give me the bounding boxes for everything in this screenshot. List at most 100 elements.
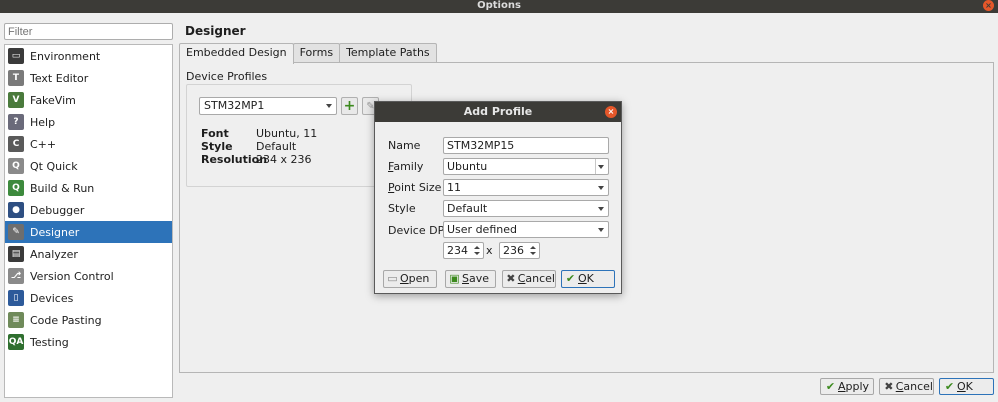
check-icon: ✔ <box>944 380 955 393</box>
sidebar-item-testing[interactable]: QA Testing <box>5 331 172 353</box>
name-field[interactable]: STM32MP15 <box>443 137 609 154</box>
style-key: Style <box>201 140 233 153</box>
apply-button[interactable]: ✔ Apply <box>820 378 874 395</box>
profile-select[interactable]: STM32MP1 <box>199 97 337 115</box>
family-select[interactable]: Ubuntu <box>443 158 609 175</box>
sidebar-item-label: Version Control <box>30 269 114 283</box>
ok-label: OK <box>957 380 973 393</box>
cancel-icon: ✖ <box>506 272 516 285</box>
sidebar-item-fakevim[interactable]: V FakeVim <box>5 89 172 111</box>
point-size-label: Point Size <box>388 181 442 194</box>
sidebar-item-qt-quick[interactable]: Q Qt Quick <box>5 155 172 177</box>
sidebar-item-label: Devices <box>30 291 74 305</box>
check-icon: ✔ <box>565 272 576 285</box>
tab-bar: Embedded Design Forms Template Paths <box>179 43 437 64</box>
point-size-select[interactable]: 11 <box>443 179 609 196</box>
tab-template-paths[interactable]: Template Paths <box>339 43 437 63</box>
version-control-icon: ⎇ <box>8 268 24 284</box>
sidebar-item-label: Code Pasting <box>30 313 102 327</box>
style-select-value: Default <box>447 202 488 215</box>
open-button-label: Open <box>400 272 430 285</box>
sidebar-item-devices[interactable]: ▯ Devices <box>5 287 172 309</box>
sidebar-item-label: Help <box>30 115 56 129</box>
resolution-key: Resolution <box>201 153 268 166</box>
open-button[interactable]: ▭ Open <box>383 270 437 288</box>
sidebar-item-designer[interactable]: ✎ Designer <box>5 221 172 243</box>
dpi-width-spinbox[interactable]: 234 <box>443 242 484 259</box>
sidebar-item-code-pasting[interactable]: ≡ Code Pasting <box>5 309 172 331</box>
dpi-width-value: 234 <box>447 244 468 257</box>
ok-button[interactable]: ✔ OK <box>939 378 994 395</box>
sidebar-item-text-editor[interactable]: T Text Editor <box>5 67 172 89</box>
monitor-icon: ▭ <box>8 48 24 64</box>
sidebar-item-label: Designer <box>30 225 80 239</box>
analyzer-icon: ▤ <box>8 246 24 262</box>
font-value: Ubuntu, 11 <box>256 127 318 140</box>
testing-icon: QA <box>8 334 24 350</box>
save-button-label: Save <box>462 272 490 285</box>
dpi-height-spinbox[interactable]: 236 <box>499 242 540 259</box>
save-button[interactable]: ▣ Save <box>445 270 496 288</box>
page-title: Designer <box>185 24 246 38</box>
style-select[interactable]: Default <box>443 200 609 217</box>
cancel-label: Cancel <box>895 380 933 393</box>
tab-forms[interactable]: Forms <box>292 43 341 63</box>
dpi-separator: x <box>486 244 493 257</box>
add-profile-button[interactable]: + <box>341 97 358 115</box>
sidebar-item-label: Analyzer <box>30 247 78 261</box>
sidebar-item-help[interactable]: ? Help <box>5 111 172 133</box>
chevron-down-icon <box>598 207 604 211</box>
spin-up-icon[interactable] <box>474 246 480 249</box>
spin-down-icon[interactable] <box>530 252 536 255</box>
name-label: Name <box>388 139 421 152</box>
device-dpi-select[interactable]: User defined <box>443 221 609 238</box>
filter-input[interactable] <box>4 23 173 40</box>
sidebar-item-label: Environment <box>30 49 101 63</box>
device-dpi-label: Device DPI <box>388 224 448 237</box>
devices-icon: ▯ <box>8 290 24 306</box>
designer-icon: ✎ <box>8 224 24 240</box>
device-profiles-label: Device Profiles <box>186 70 268 83</box>
combo-divider <box>595 159 596 174</box>
dialog-close-icon[interactable]: × <box>605 106 617 118</box>
plus-icon: + <box>343 98 356 114</box>
dialog-cancel-label: Cancel <box>517 272 555 285</box>
sidebar-item-label: C++ <box>30 137 57 151</box>
sidebar-item-analyzer[interactable]: ▤ Analyzer <box>5 243 172 265</box>
chevron-down-icon <box>598 228 604 232</box>
window-close-icon[interactable]: × <box>983 0 994 11</box>
sidebar-item-c[interactable]: C C++ <box>5 133 172 155</box>
sidebar-item-label: FakeVim <box>30 93 76 107</box>
sidebar-item-label: Qt Quick <box>30 159 78 173</box>
family-label: Family <box>388 160 424 173</box>
style-value: Default <box>256 140 297 153</box>
cpp-icon: C <box>8 136 24 152</box>
spin-up-icon[interactable] <box>530 246 536 249</box>
tab-embedded-design[interactable]: Embedded Design <box>179 43 294 64</box>
apply-label: Apply <box>838 380 870 393</box>
chevron-down-icon <box>598 165 604 169</box>
window-titlebar: Options × <box>0 0 998 13</box>
sidebar-item-environment[interactable]: ▭ Environment <box>5 45 172 67</box>
sidebar-item-debugger[interactable]: ● Debugger <box>5 199 172 221</box>
device-dpi-select-value: User defined <box>447 223 517 236</box>
cancel-button[interactable]: ✖ Cancel <box>879 378 934 395</box>
point-size-select-value: 11 <box>447 181 461 194</box>
save-icon: ▣ <box>449 272 460 285</box>
qt-quick-icon: Q <box>8 158 24 174</box>
text-editor-icon: T <box>8 70 24 86</box>
vim-icon: V <box>8 92 24 108</box>
dialog-ok-button[interactable]: ✔ OK <box>561 270 615 288</box>
chevron-down-icon <box>326 104 332 108</box>
resolution-value: 234 x 236 <box>256 153 312 166</box>
sidebar-item-build-run[interactable]: Q Build & Run <box>5 177 172 199</box>
family-select-value: Ubuntu <box>447 160 488 173</box>
options-category-list: ▭ Environment T Text Editor V FakeVim ? Help C C+… <box>4 44 173 398</box>
spin-down-icon[interactable] <box>474 252 480 255</box>
chevron-down-icon <box>598 186 604 190</box>
dialog-cancel-button[interactable]: ✖ Cancel <box>502 270 556 288</box>
folder-icon: ▭ <box>387 272 398 285</box>
debugger-icon: ● <box>8 202 24 218</box>
sidebar-item-version-control[interactable]: ⎇ Version Control <box>5 265 172 287</box>
sidebar-item-label: Debugger <box>30 203 85 217</box>
